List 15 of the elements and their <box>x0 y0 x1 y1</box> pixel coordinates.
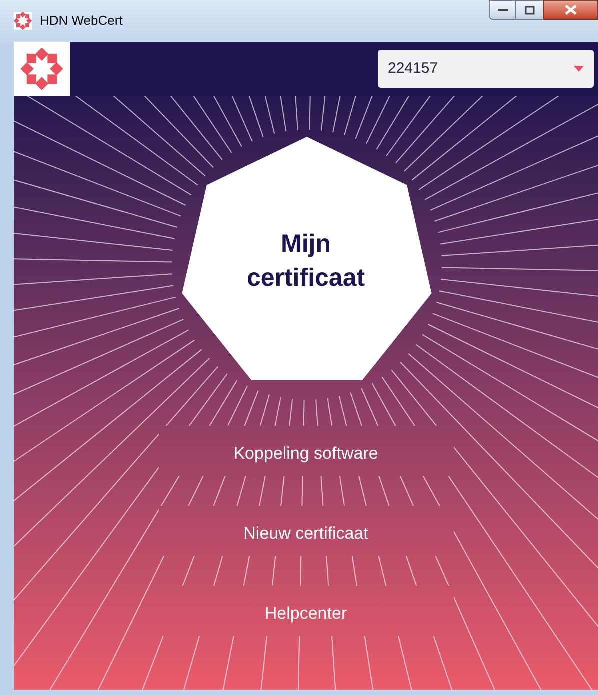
app-logo-icon <box>14 12 32 30</box>
maximize-button[interactable] <box>516 0 543 20</box>
account-dropdown[interactable]: 224157 <box>378 50 594 88</box>
menu-link[interactable]: Helpcenter <box>248 589 364 639</box>
close-icon <box>564 5 576 15</box>
maximize-icon <box>524 6 534 14</box>
menu-link[interactable]: Koppeling software <box>218 429 394 479</box>
caret-icon <box>574 66 584 72</box>
menu-link[interactable]: Nieuw certificaat <box>228 509 384 559</box>
close-button[interactable] <box>543 0 598 20</box>
app-logo-icon <box>21 48 63 90</box>
minimize-button[interactable] <box>489 0 516 20</box>
minimize-icon <box>498 8 508 12</box>
window-title: HDN WebCert <box>40 12 123 30</box>
heading: Mijn certificaat <box>246 229 366 294</box>
